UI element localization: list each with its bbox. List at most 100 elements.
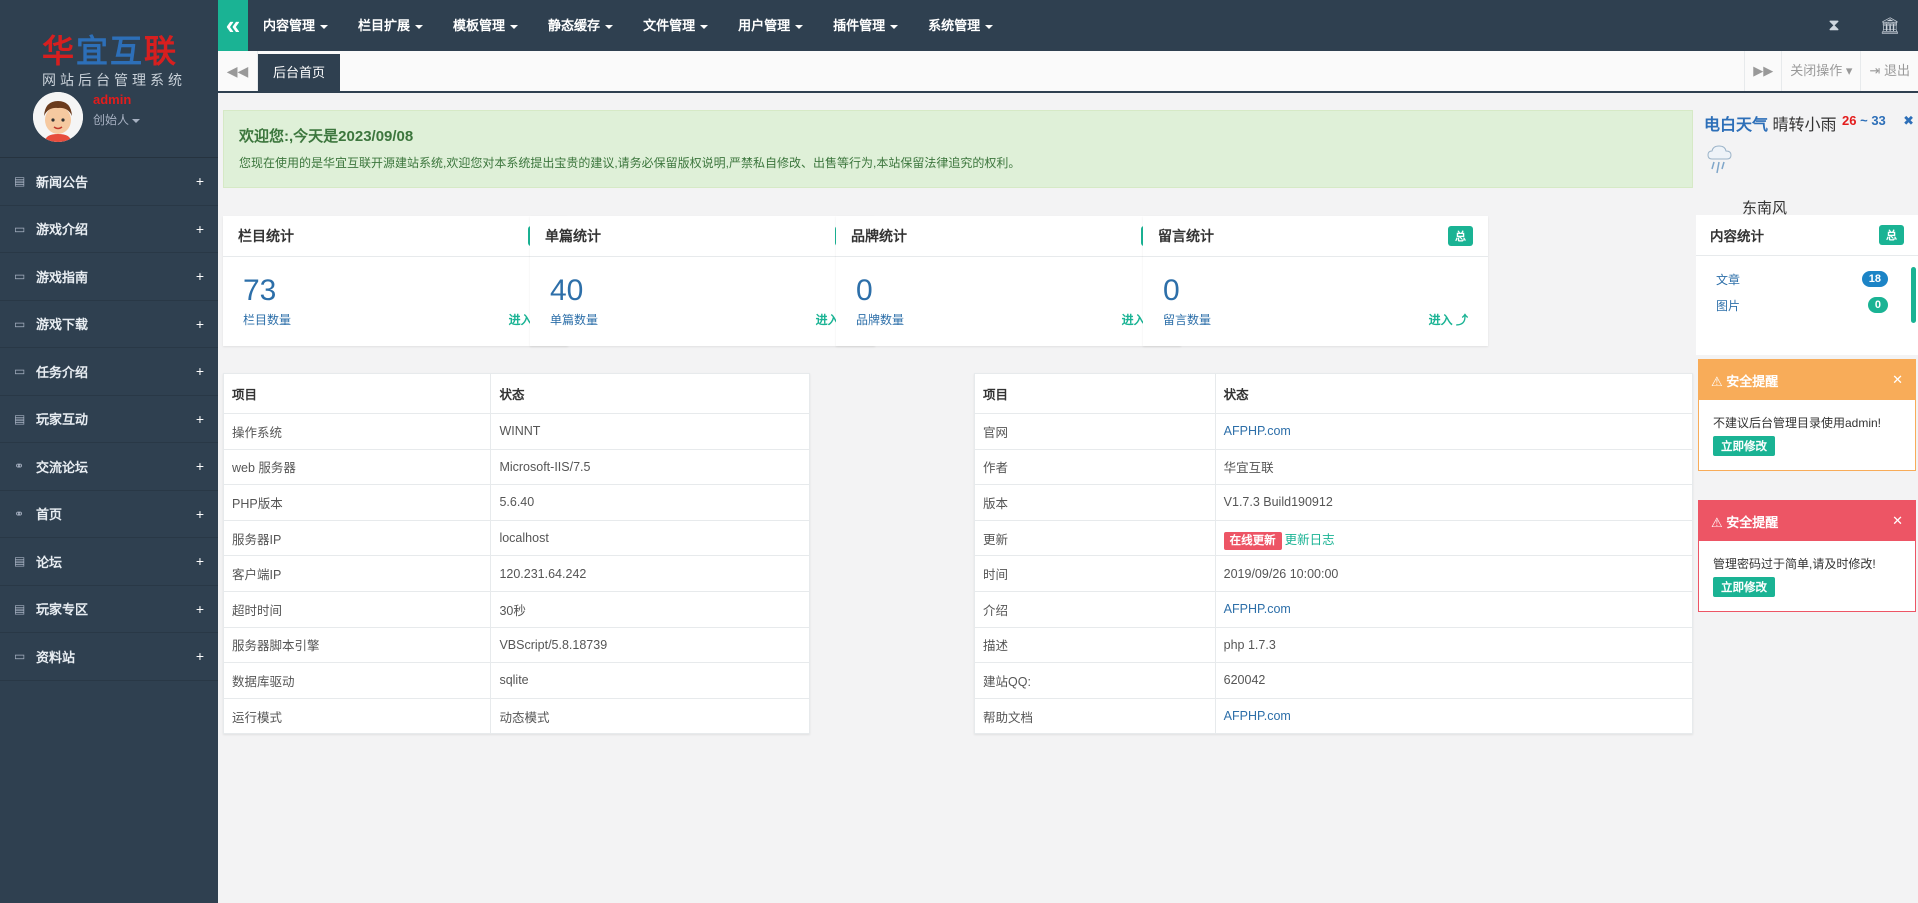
- sidebar-item[interactable]: ▭ 游戏下载 +: [0, 301, 218, 348]
- top-menu-item[interactable]: 内容管理: [263, 0, 329, 51]
- stat-label: 留言数量: [1163, 313, 1212, 327]
- close-icon[interactable]: ✕: [1892, 372, 1903, 388]
- cell-text: 更新: [983, 532, 1009, 547]
- content-stats-list: 文章 18 图片 0: [1696, 256, 1918, 318]
- avatar[interactable]: [33, 92, 83, 142]
- update-log-link[interactable]: 更新日志: [1285, 533, 1335, 547]
- sidebar-item[interactable]: ▤ 论坛 +: [0, 538, 218, 586]
- cell-text: 数据库驱动: [232, 674, 295, 689]
- plus-icon: +: [195, 315, 204, 332]
- tab-scroll-left-button[interactable]: ◀◀: [218, 51, 258, 91]
- cell-text: 服务器脚本引擎: [232, 639, 320, 654]
- table-row: 描述 php 1.7.3: [974, 626, 1694, 664]
- hourglass-icon[interactable]: ⧗: [1806, 17, 1862, 35]
- top-menu-item[interactable]: 静态缓存: [548, 0, 614, 51]
- welcome-alert: 欢迎您:,今天是2023/09/08 您现在使用的是华宜互联开源建站系统,欢迎您…: [223, 110, 1693, 188]
- cell-text: 动态模式: [499, 710, 550, 725]
- alert-body: 管理密码过于简单,请及时修改! 立即修改: [1699, 541, 1915, 611]
- content-stat-count: 0: [1867, 297, 1888, 313]
- top-menu-item[interactable]: 文件管理: [643, 0, 709, 51]
- row-value: AFPHP.com: [1214, 590, 1694, 628]
- content-stats-panel: 内容统计 总 文章 18 图片 0: [1696, 215, 1918, 355]
- row-label: 建站QQ:: [974, 662, 1216, 699]
- sidebar-item[interactable]: ▤ 玩家专区 +: [0, 586, 218, 633]
- table-row: 服务器IP localhost: [222, 519, 810, 557]
- sidebar-item[interactable]: ▭ 资料站 +: [0, 633, 218, 681]
- column-header: 状态: [490, 373, 810, 414]
- double-chevron-left-icon: «: [225, 10, 241, 40]
- online-update-button[interactable]: 在线更新: [1223, 531, 1282, 550]
- sidebar-item[interactable]: ▤ 玩家互动 +: [0, 396, 218, 443]
- top-menu-item[interactable]: 插件管理: [833, 0, 899, 51]
- row-value: AFPHP.com: [1214, 697, 1694, 735]
- row-value: 30秒: [490, 590, 810, 628]
- stat-value: 73: [243, 274, 277, 307]
- afphp-link[interactable]: AFPHP.com: [1224, 602, 1291, 616]
- row-label: 作者: [974, 448, 1216, 486]
- temp-low: 26: [1842, 113, 1857, 128]
- afphp-link[interactable]: AFPHP.com: [1224, 709, 1291, 723]
- cell-text: localhost: [499, 531, 549, 546]
- weather-desc: 晴转小雨: [1772, 117, 1837, 134]
- cell-text: 操作系统: [232, 425, 283, 440]
- sidebar-item-label: 论坛: [36, 554, 63, 570]
- sidebar-item-label: 玩家互动: [36, 412, 89, 428]
- cell-text: 120.231.64.242: [499, 566, 587, 581]
- stat-card: 留言统计 总 0 留言数量 进入 ⤴: [1143, 216, 1488, 346]
- close-icon[interactable]: ✕: [1892, 513, 1903, 529]
- afphp-link[interactable]: AFPHP.com: [1224, 424, 1291, 438]
- table-row: PHP版本 5.6.40: [222, 484, 810, 521]
- row-value: V1.7.3 Build190912: [1214, 484, 1694, 521]
- scrollbar[interactable]: [1911, 267, 1916, 323]
- plus-icon: +: [195, 553, 204, 570]
- cell-text: 描述: [983, 639, 1009, 654]
- sidebar-item[interactable]: ▤ 新闻公告 +: [0, 158, 218, 206]
- logo-char: 华: [42, 32, 77, 70]
- top-menu-item[interactable]: 用户管理: [738, 0, 804, 51]
- collapse-sidebar-button[interactable]: «: [218, 0, 248, 51]
- fix-now-button[interactable]: 立即修改: [1713, 436, 1775, 456]
- content-stat-row[interactable]: 图片 0: [1696, 292, 1918, 318]
- rain-cloud-icon: [1707, 145, 1732, 174]
- top-menu-label: 栏目扩展: [358, 18, 411, 33]
- tab-scroll-right-button[interactable]: ▶▶: [1744, 51, 1781, 91]
- tab-bar: ◀◀ 后台首页 ▶▶ 关闭操作 ▾ ⇥ 退出: [218, 51, 1918, 93]
- warning-icon: ⚠: [1711, 514, 1723, 530]
- table-row: 时间 2019/09/26 10:00:00: [974, 555, 1694, 592]
- top-menu: 内容管理 栏目扩展 模板管理 静态缓存 文件管理 用户管理 插件管理 系统管理: [263, 0, 1023, 51]
- bank-icon[interactable]: 🏛: [1862, 16, 1918, 36]
- plus-icon: +: [195, 173, 204, 190]
- row-label: 更新: [974, 519, 1216, 557]
- weather-city: 电白天气: [1704, 117, 1769, 134]
- weather-location: 电白天气 晴转小雨: [1704, 111, 1836, 135]
- sidebar-item[interactable]: ▭ 游戏介绍 +: [0, 206, 218, 253]
- alert-body: 不建议后台管理目录使用admin! 立即修改: [1699, 400, 1915, 470]
- plus-icon: +: [195, 648, 204, 665]
- content-stat-label: 图片: [1716, 298, 1741, 313]
- tab-home[interactable]: 后台首页: [258, 54, 341, 91]
- sidebar-item[interactable]: ⚭ 交流论坛 +: [0, 443, 218, 491]
- fix-now-button[interactable]: 立即修改: [1713, 577, 1775, 597]
- top-menu-item[interactable]: 栏目扩展: [358, 0, 424, 51]
- weather-close-icon[interactable]: ✖: [1903, 113, 1914, 129]
- table-row: 更新 在线更新 更新日志: [974, 519, 1694, 557]
- sidebar-item[interactable]: ▭ 游戏指南 +: [0, 253, 218, 301]
- plus-icon: +: [195, 268, 204, 285]
- sidebar-item-label: 资料站: [36, 649, 76, 665]
- top-menu-label: 用户管理: [738, 18, 791, 33]
- alert-header: ⚠ 安全提醒 ✕: [1699, 360, 1915, 400]
- top-menu-item[interactable]: 模板管理: [453, 0, 519, 51]
- close-ops-dropdown[interactable]: 关闭操作 ▾: [1781, 51, 1860, 91]
- sidebar-item[interactable]: ▭ 任务介绍 +: [0, 348, 218, 396]
- logout-button[interactable]: ⇥ 退出: [1860, 51, 1918, 91]
- list-icon: ▤: [14, 554, 26, 569]
- row-value: VBScript/5.8.18739: [490, 626, 810, 664]
- top-menu-item[interactable]: 系统管理: [928, 0, 994, 51]
- content-stat-row[interactable]: 文章 18: [1696, 266, 1918, 292]
- alert-title: 安全提醒: [1726, 373, 1779, 389]
- sidebar-item[interactable]: ⚭ 首页 +: [0, 491, 218, 538]
- enter-link[interactable]: 进入 ⤴: [1429, 311, 1468, 328]
- user-role-dropdown[interactable]: 创始人: [93, 111, 141, 128]
- tab-bar-actions: ▶▶ 关闭操作 ▾ ⇥ 退出: [1744, 51, 1918, 91]
- sidebar-item-label: 新闻公告: [36, 174, 89, 190]
